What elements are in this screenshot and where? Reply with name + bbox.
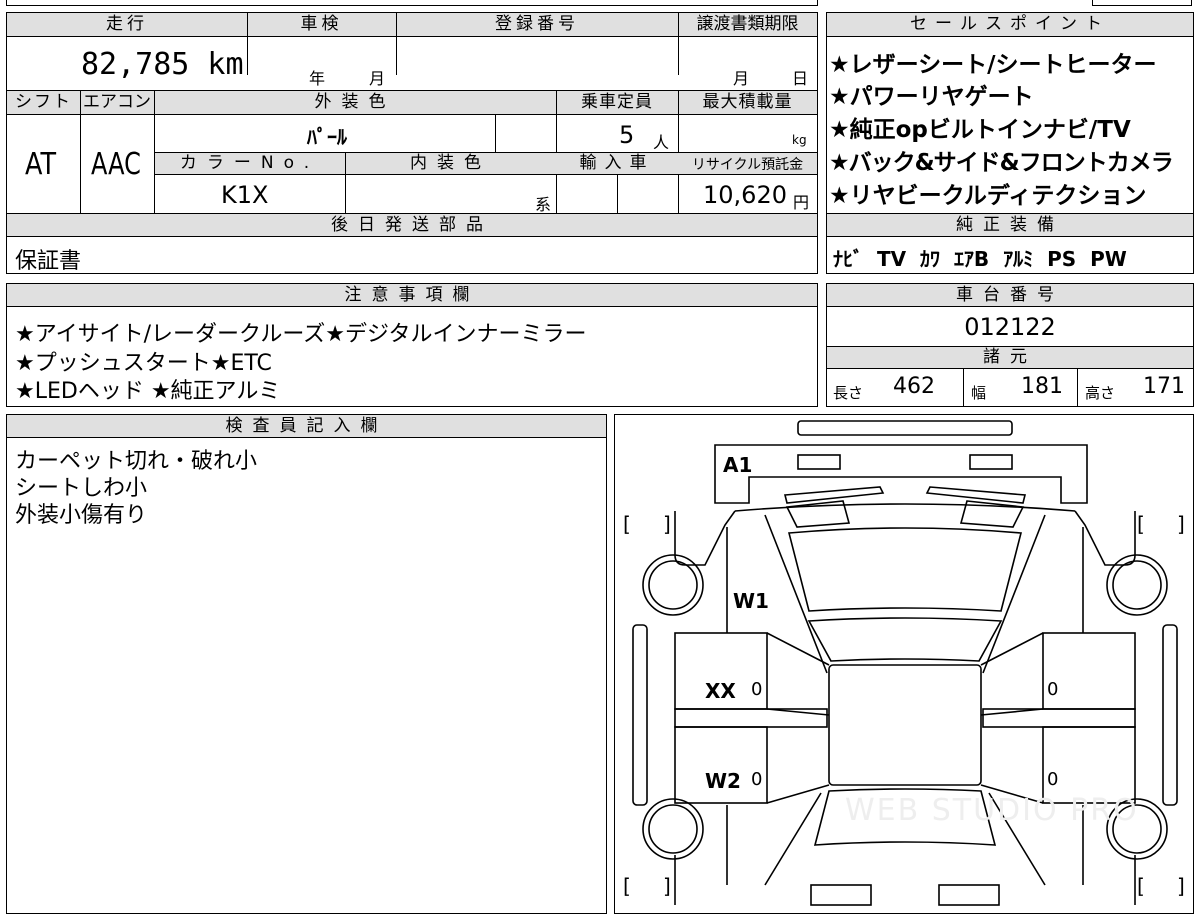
sales-point-item: ★レザーシート/シートヒーター: [829, 52, 1157, 78]
svg-text:]: ]: [1177, 512, 1185, 536]
chassis-number: 012122: [964, 313, 1056, 341]
capacity-unit: 人: [653, 133, 670, 152]
svg-text:[: [: [1137, 874, 1145, 898]
svg-text:]: ]: [663, 874, 671, 898]
sales-point-item: ★バック&サイド&フロントカメラ: [829, 150, 1174, 176]
equipment-item: TV: [876, 247, 907, 271]
notes-title: 注意事項欄: [344, 285, 480, 305]
top-strip: [6, 0, 818, 6]
equipment-item: ｶﾜ: [920, 247, 940, 271]
recycle-label: リサイクル預託金: [691, 157, 804, 173]
recycle-fee: 10,620: [703, 181, 787, 209]
specs-title: 諸元: [983, 347, 1037, 367]
max-load-label: 最大積載量: [702, 92, 793, 112]
notes-box: 注意事項欄 ★アイサイト/レーダークルーズ★デジタルインナーミラー ★プッシュス…: [6, 283, 818, 407]
spec-height-label: 高さ: [1085, 384, 1116, 402]
sales-point-item: ★リヤビークルディテクション: [829, 183, 1147, 209]
svg-text:]: ]: [663, 512, 671, 536]
max-load-unit: kg: [792, 133, 807, 147]
transfer-day: 日: [792, 69, 809, 88]
inspector-title: 検査員記入欄: [225, 416, 388, 436]
aircon-label: エアコン: [83, 92, 151, 112]
vehicle-info-table: 走行 車検 登録番号 譲渡書類期限 82,785 km 年 月 月 日 シフト …: [6, 12, 818, 274]
spec-height-value: 171: [1143, 374, 1185, 399]
svg-text:[: [: [1137, 512, 1145, 536]
svg-text:[: [: [623, 874, 631, 898]
spec-length-label: 長さ: [833, 384, 864, 402]
mark-w1: W1: [733, 589, 769, 613]
transfer-month: 月: [733, 69, 750, 88]
registration-label: 登録番号: [495, 14, 579, 34]
equipment-item: PS: [1047, 247, 1077, 271]
sales-point-item: ★パワーリヤゲート: [829, 84, 1034, 110]
equipment-item: ｱﾙﾐ: [1003, 247, 1034, 271]
equipment-item: PW: [1090, 247, 1127, 271]
svg-text:[: [: [623, 512, 631, 536]
mileage-value: 82,785 km: [81, 47, 244, 82]
exterior-color-value: ﾊﾟｰﾙ: [307, 125, 347, 149]
watermark: WEB STUDIO PRO: [845, 793, 1139, 828]
inspector-line: 外装小傷有り: [15, 503, 148, 528]
shift-value: AT: [25, 147, 57, 182]
color-no-label: カラーNo.: [179, 153, 320, 173]
aircon-value: AAC: [91, 147, 141, 182]
sales-point-item: ★純正opビルトインナビ/TV: [829, 117, 1131, 143]
interior-suffix: 系: [535, 195, 552, 214]
import-label: 輸入車: [579, 153, 655, 173]
equipment-item: ﾅﾋﾞ: [833, 247, 863, 271]
inspection-month: 月: [369, 69, 386, 88]
equipment-item: ｴｱB: [953, 247, 990, 271]
chassis-title: 車台番号: [956, 285, 1064, 305]
note-line: ★LEDヘッド ★純正アルミ: [15, 379, 281, 404]
capacity-label: 乗車定員: [581, 92, 653, 112]
inspection-label: 車検: [300, 14, 343, 34]
recycle-unit: 円: [793, 193, 810, 212]
mark-zero: 0: [751, 679, 763, 700]
inspection-year: 年: [309, 69, 326, 88]
car-body-diagram: [] [] [] []: [623, 420, 1185, 906]
svg-text:]: ]: [1177, 874, 1185, 898]
sales-points-title: セールスポイント: [910, 14, 1110, 34]
chassis-box: 車台番号 012122 諸元 長さ 462 幅 181 高さ 171: [826, 283, 1194, 407]
mark-zero: 0: [751, 769, 763, 790]
transfer-label: 譲渡書類期限: [696, 14, 799, 34]
mark-xx: XX: [705, 679, 736, 703]
mark-zero: 0: [1047, 679, 1059, 700]
inspector-box: 検査員記入欄 カーペット切れ・破れ小 シートしわ小 外装小傷有り: [6, 414, 607, 914]
equipment-list: ﾅﾋﾞ TV ｶﾜ ｴｱB ｱﾙﾐ PS PW: [833, 243, 1127, 272]
capacity-value: 5: [619, 121, 635, 149]
mark-w2: W2: [705, 769, 741, 793]
later-parts-label: 後日発送部品: [331, 215, 493, 235]
sales-points-box: セールスポイント ★レザーシート/シートヒーター ★パワーリヤゲート ★純正op…: [826, 12, 1194, 274]
spec-width-value: 181: [1021, 374, 1063, 399]
spec-width-label: 幅: [971, 384, 987, 402]
spec-length-value: 462: [893, 374, 935, 399]
equipment-title: 純正装備: [956, 215, 1064, 235]
color-no-value: K1X: [221, 181, 269, 209]
car-diagram-box: [] [] [] [] A1 W1 XX 0 W2 0 0 0 WEB STUD…: [614, 414, 1194, 914]
note-line: ★アイサイト/レーダークルーズ★デジタルインナーミラー: [15, 322, 587, 347]
mark-zero: 0: [1047, 769, 1059, 790]
interior-color-label: 内装色: [410, 153, 491, 173]
exterior-color-label: 外装色: [314, 92, 396, 112]
later-parts-value: 保証書: [15, 249, 82, 274]
top-strip-right: [1092, 0, 1192, 6]
mileage-label: 走行: [106, 14, 148, 34]
mark-a1: A1: [723, 453, 753, 477]
shift-label: シフト: [15, 92, 72, 112]
